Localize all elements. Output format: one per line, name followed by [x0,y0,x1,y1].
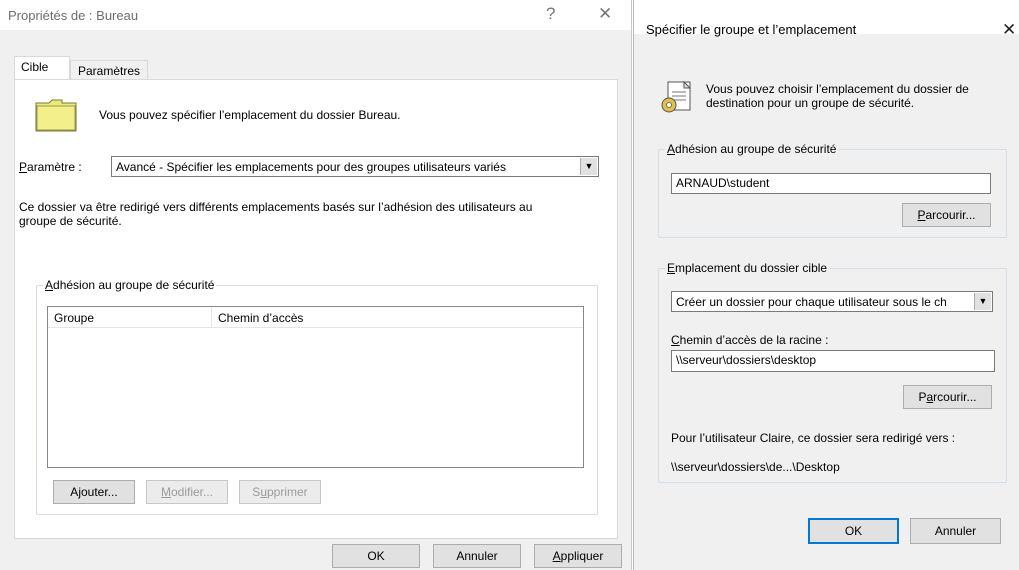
security-group-box: Adhésion au groupe de sécurité Groupe Ch… [36,278,598,515]
security-group-title: Adhésion au groupe de sécurité [43,278,217,292]
close-icon[interactable]: ✕ [1002,20,1016,40]
close-icon[interactable]: ✕ [598,4,612,24]
preview-value: \\serveur\dossiers\de...\Desktop [671,460,840,474]
target-location-box: Emplacement du dossier cible Créer un do… [658,261,1007,483]
setting-label: Paramètre : [19,160,82,174]
modify-button[interactable]: Modifier... [146,480,228,504]
folder-security-icon [658,80,694,116]
tab-parametres[interactable]: Paramètres [70,60,148,80]
tab-label: Paramètres [78,64,141,78]
help-icon[interactable]: ? [546,4,555,24]
title-bar: Propriétés de : Bureau ? ✕ [0,0,631,30]
tab-panel: Vous pouvez spécifier l’emplacement du d… [14,79,618,539]
table-header: Groupe Chemin d’accès [48,307,583,328]
column-divider[interactable] [211,307,212,327]
setting-dropdown[interactable]: Avancé - Spécifier les emplacements pour… [111,156,599,177]
cancel-button[interactable]: Annuler [910,518,1001,544]
security-group-box: Adhésion au groupe de sécurité ARNAUD\st… [658,142,1007,238]
folder-icon [35,98,77,132]
intro-text: Vous pouvez spécifier l’emplacement du d… [99,108,401,122]
browse-root-button[interactable]: Parcourir... [903,385,992,409]
description-line-2: groupe de sécurité. [19,214,122,228]
browse-group-button[interactable]: Parcourir... [902,203,991,227]
description-line-1: Ce dossier va être redirigé vers différe… [19,200,533,214]
preview-label: Pour l’utilisateur Claire, ce dossier se… [671,431,956,445]
chevron-down-icon[interactable]: ▼ [580,158,597,175]
ok-button[interactable]: OK [332,544,420,568]
root-path-label: Chemin d’accès de la racine : [671,333,829,347]
delete-button[interactable]: Supprimer [239,480,321,504]
groups-table[interactable]: Groupe Chemin d’accès [47,306,584,468]
location-dropdown[interactable]: Créer un dossier pour chaque utilisateur… [671,291,993,312]
tab-cible[interactable]: Cible [14,56,70,80]
properties-dialog: Propriétés de : Bureau ? ✕ Cible Paramèt… [0,0,632,570]
target-location-title: Emplacement du dossier cible [665,261,830,275]
ok-button[interactable]: OK [808,518,899,544]
intro-line-1: Vous pouvez choisir l’emplacement du dos… [706,82,969,96]
group-field[interactable]: ARNAUD\student [671,173,991,194]
add-button[interactable]: Ajouter... [53,480,135,504]
dialog-title: Propriétés de : Bureau [8,8,139,23]
location-value: Créer un dossier pour chaque utilisateur… [676,295,947,309]
root-path-field[interactable]: \\serveur\dossiers\desktop [671,350,995,372]
security-group-title: Adhésion au groupe de sécurité [665,142,839,156]
apply-button[interactable]: Appliquer [534,544,622,568]
column-header-groupe[interactable]: Groupe [54,311,94,325]
tab-label: Cible [21,60,49,74]
column-header-chemin[interactable]: Chemin d’accès [218,311,303,325]
title-bar: Spécifier le groupe et l’emplacement ✕ [634,0,1019,39]
dialog-title: Spécifier le groupe et l’emplacement [646,22,857,37]
specify-group-dialog: Spécifier le groupe et l’emplacement ✕ V… [633,0,1019,570]
setting-value: Avancé - Spécifier les emplacements pour… [116,160,506,174]
cancel-button[interactable]: Annuler [433,544,521,568]
chevron-down-icon[interactable]: ▼ [974,293,991,310]
intro-line-2: destination pour un groupe de sécurité. [706,96,915,110]
